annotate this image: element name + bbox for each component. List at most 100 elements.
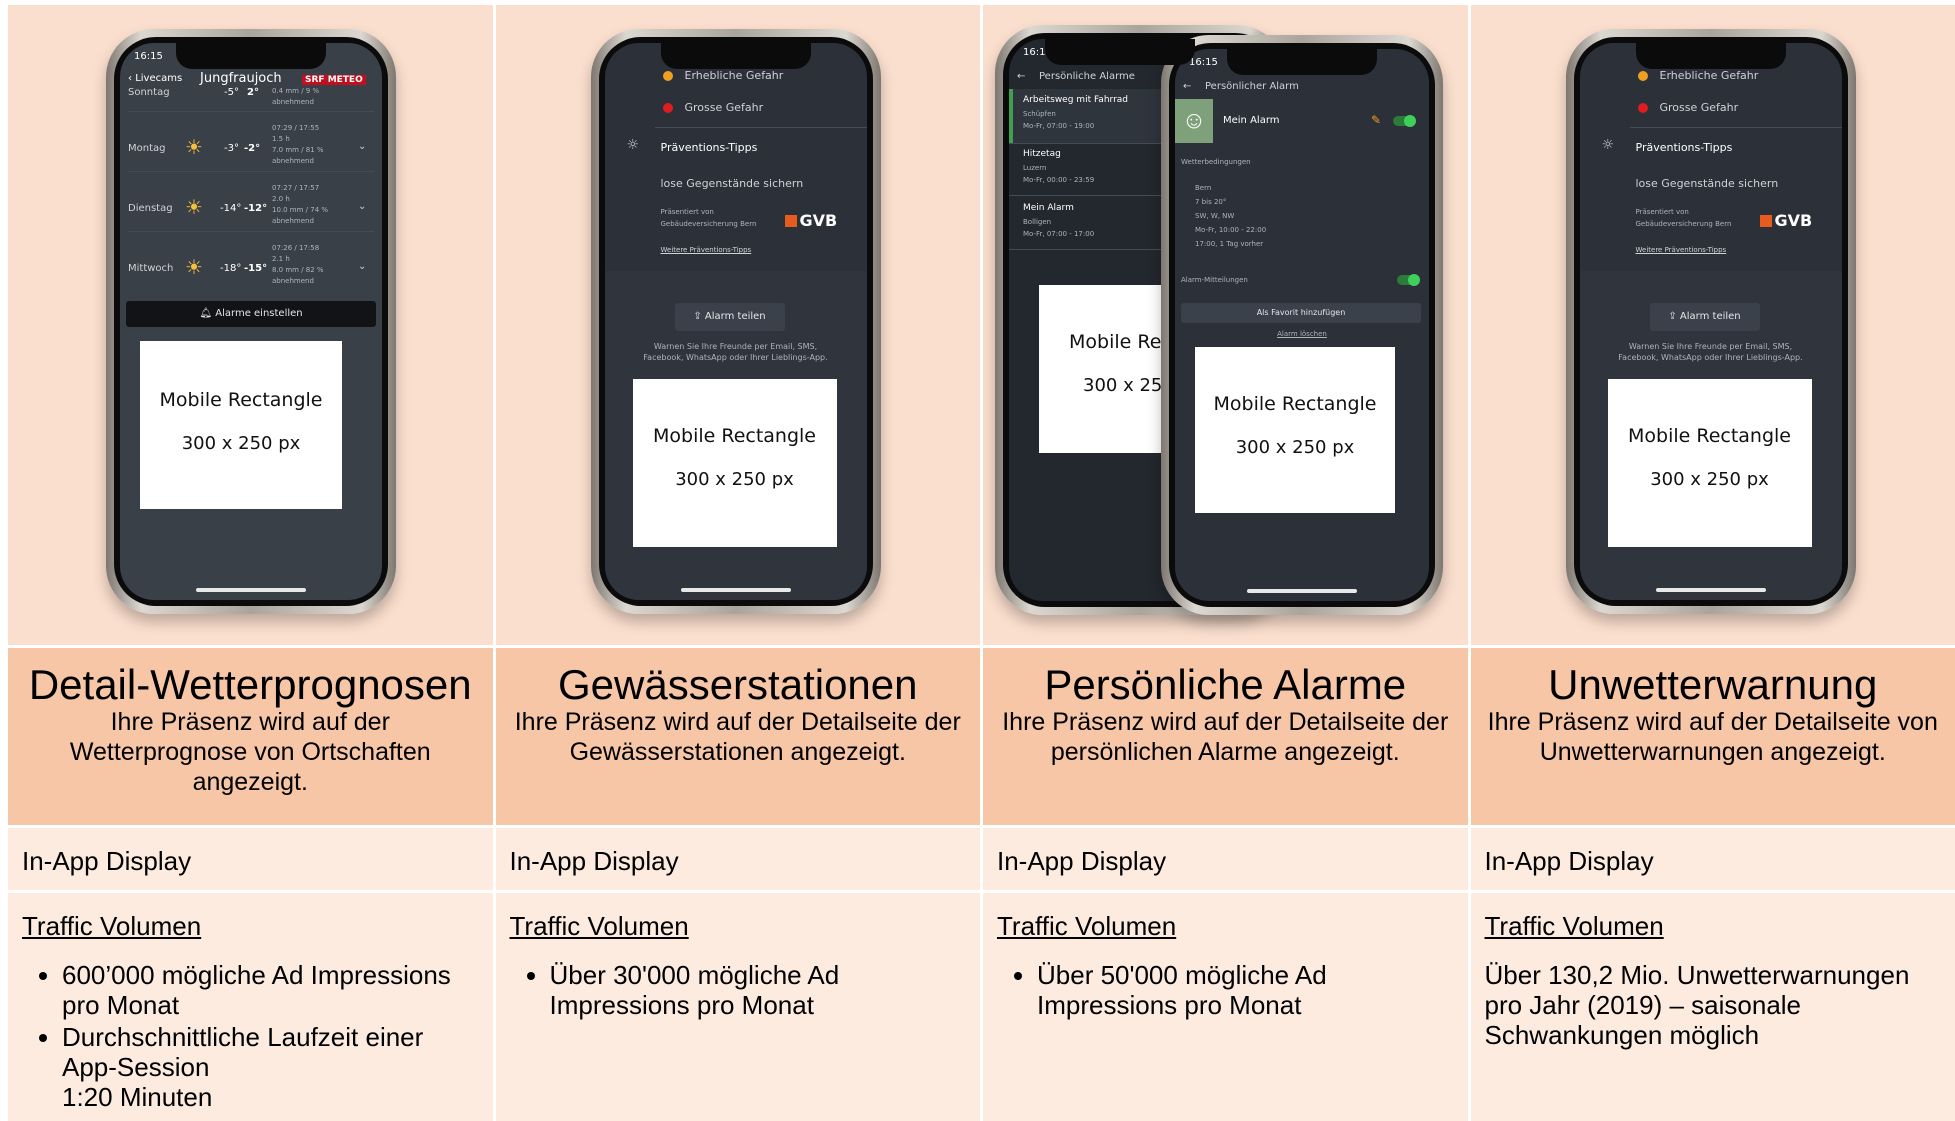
share-label: Alarm teilen [1680,311,1741,322]
more-tips-link[interactable]: Weitere Präventions-Tipps [1636,245,1727,256]
delete-alarm-link[interactable]: Alarm löschen [1175,329,1429,340]
tip-text: lose Gegenstände sichern [661,177,804,190]
condition-line: Mo-Fr, 10:00 - 22:00 [1195,225,1266,236]
weather-icon: ☀ [185,195,203,219]
temp-hi: -14° [220,203,241,214]
display-type: In-App Display [496,828,981,890]
alarm-item-place: Schüpfen [1023,109,1056,120]
day-label: Dienstag [128,203,173,214]
traffic-list: 600’000 mögliche Ad Impressions pro Mona… [22,960,479,1112]
condition-line: Bern [1195,183,1211,194]
back-arrow-icon[interactable]: ← [1183,81,1191,92]
alarm-item-name[interactable]: Arbeitsweg mit Fahrrad [1023,95,1128,106]
column-title: Gewässerstationen [496,663,981,707]
level-dot-red [1638,103,1648,113]
bell-icon: 🔔︎ [199,308,212,319]
status-time: 16:15 [134,51,163,62]
detail-line: 2.1 h [272,254,290,265]
traffic-list: Über 50'000 mögliche Ad Impressions pro … [997,960,1454,1020]
ad-placeholder: Mobile Rectangle 300 x 250 px [633,379,837,547]
sponsor-line: Gebäudeversicherung Bern [661,219,757,230]
level-dot-orange [1638,71,1648,81]
ad-label: Mobile Rectangle [633,425,837,447]
traffic-list: Über 30'000 mögliche Ad Impressions pro … [510,960,967,1020]
day-label: Montag [128,143,165,154]
srf-meteo-logo: SRF METEO [302,75,366,85]
header-cell: Persönliche Alarme Ihre Präsenz wird auf… [983,648,1468,825]
ad-size: 300 x 250 px [1195,437,1395,458]
level-dot-red [663,103,673,113]
lightbulb-icon: ☼ [1602,137,1615,153]
traffic-item: Über 50'000 mögliche Ad Impressions pro … [1037,960,1454,1020]
share-alarm-button[interactable]: ⇪ Alarm teilen [675,303,785,331]
alarm-item-place: Luzern [1023,163,1046,174]
edit-pencil-icon[interactable]: ✎ [1371,113,1381,127]
ad-label: Mobile Rectangle [1195,393,1395,415]
phone-mockup: Erhebliche Gefahr Grosse Gefahr ☼ Präven… [1566,29,1856,614]
share-hint: Facebook, WhatsApp oder Ihrer Lieblings-… [605,352,867,363]
sponsor-line: Präsentiert von [1636,207,1689,218]
phone-mockup: Erhebliche Gefahr Grosse Gefahr ☼ Präven… [591,29,881,614]
more-tips-link[interactable]: Weitere Präventions-Tipps [661,245,752,256]
share-icon: ⇪ [1668,311,1676,322]
traffic-item: 600’000 mögliche Ad Impressions pro Mona… [62,960,479,1020]
level-label: Erhebliche Gefahr [685,69,784,82]
column-title: Persönliche Alarme [983,663,1468,707]
level-dot-orange [663,71,673,81]
ad-placeholder: Mobile Rectangle 300 x 250 px [1608,379,1812,547]
add-favorite-button[interactable]: Als Favorit hinzufügen [1181,303,1421,323]
alarm-toggle[interactable] [1393,116,1415,126]
traffic-item: Über 30'000 mögliche Ad Impressions pro … [550,960,967,1020]
image-cell-weather: 16:15 ‹ Livecams Jungfraujoch SRF METEO … [8,5,493,645]
condition-line: 17:00, 1 Tag vorher [1195,239,1263,250]
detail-line: 2.0 h [272,194,290,205]
detail-line: abnehmend [272,97,314,108]
tips-title: Präventions-Tipps [1636,141,1733,154]
alarm-item-time: Mo-Fr, 07:00 - 19:00 [1023,121,1094,132]
traffic-label: Traffic Volumen [22,911,479,942]
share-label: Alarm teilen [705,311,766,322]
header-cell: Detail-Wetterprognosen Ihre Präsenz wird… [8,648,493,825]
traffic-cell: Traffic Volumen Über 30'000 mögliche Ad … [496,893,981,1121]
detail-line: 0.4 mm / 9 % [272,86,319,97]
set-alarms-button[interactable]: 🔔︎ Alarme einstellen [126,301,376,327]
temp-hi: -3° [224,143,239,154]
header-cell: Unwetterwarnung Ihre Präsenz wird auf de… [1471,648,1955,825]
display-type: In-App Display [983,828,1468,890]
ad-size: 300 x 250 px [1608,469,1812,490]
gvb-logo-text: GVB [800,211,838,230]
traffic-cell: Traffic Volumen 600’000 mögliche Ad Impr… [8,893,493,1121]
level-label: Grosse Gefahr [1660,101,1739,114]
temp-lo: 2° [247,87,259,98]
detail-line: 7.0 mm / 81 % [272,145,324,156]
alarm-item-name[interactable]: Mein Alarm [1023,203,1074,214]
chevron-down-icon[interactable]: ⌄ [358,201,366,212]
chevron-down-icon[interactable]: ⌄ [358,261,366,272]
detail-line: 07:26 / 17:58 [272,243,319,254]
ad-size: 300 x 250 px [140,433,342,454]
ad-label: Mobile Rectangle [140,389,342,411]
tips-title: Präventions-Tipps [661,141,758,154]
temp-hi: -5° [224,87,239,98]
ad-size: 300 x 250 px [633,469,837,490]
traffic-item-text: 1:20 Minuten [62,1082,212,1112]
lightbulb-icon: ☼ [627,137,640,153]
conditions-title: Wetterbedingungen [1181,157,1251,168]
traffic-label: Traffic Volumen [997,911,1454,942]
traffic-paragraph: Über 130,2 Mio. Unwetterwarnungen pro Ja… [1485,960,1942,1050]
phone-mockup-front: 16:15 ← Persönlicher Alarm ☺ Mein Alarm … [1161,35,1443,615]
status-time: 16:15 [1189,57,1218,68]
share-alarm-button[interactable]: ⇪ Alarm teilen [1650,303,1760,331]
offer-table: 16:15 ‹ Livecams Jungfraujoch SRF METEO … [8,5,1955,1112]
back-arrow-icon[interactable]: ← [1017,71,1025,82]
back-link[interactable]: ‹ Livecams [128,73,182,84]
condition-line: SW, W, NW [1195,211,1234,222]
alarm-item-name[interactable]: Hitzetag [1023,149,1061,160]
gvb-logo-text: GVB [1775,211,1813,230]
traffic-label: Traffic Volumen [510,911,967,942]
chevron-down-icon[interactable]: ⌄ [358,141,366,152]
notifications-toggle[interactable] [1397,275,1419,285]
image-cell-water: Erhebliche Gefahr Grosse Gefahr ☼ Präven… [496,5,981,645]
column-subtitle: Ihre Präsenz wird auf der Detailseite de… [997,707,1454,767]
screen-header: Persönlicher Alarm [1205,81,1299,92]
